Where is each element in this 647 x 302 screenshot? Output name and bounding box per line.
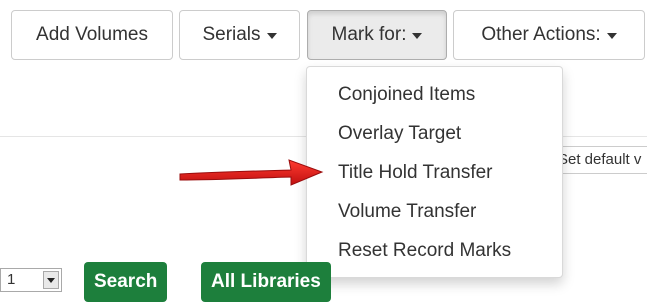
all-libraries-label: All Libraries xyxy=(211,271,321,292)
menu-item-conjoined-items[interactable]: Conjoined Items xyxy=(307,75,562,114)
set-default-button[interactable]: Set default v xyxy=(553,146,647,174)
other-actions-button[interactable]: Other Actions: xyxy=(453,10,645,60)
search-button[interactable]: Search xyxy=(84,262,168,302)
search-label: Search xyxy=(94,271,158,292)
add-volumes-button[interactable]: Add Volumes xyxy=(11,10,173,60)
serials-button[interactable]: Serials xyxy=(179,10,300,60)
mark-for-label: Mark for: xyxy=(331,24,407,45)
other-actions-label: Other Actions: xyxy=(481,24,601,45)
set-default-label: Set default v xyxy=(558,151,642,168)
results-per-page-select[interactable]: 1 xyxy=(0,268,62,292)
menu-item-volume-transfer[interactable]: Volume Transfer xyxy=(307,192,562,231)
chevron-down-icon xyxy=(606,33,617,39)
all-libraries-button[interactable]: All Libraries xyxy=(201,262,331,302)
mark-for-button[interactable]: Mark for: xyxy=(307,10,447,60)
add-volumes-label: Add Volumes xyxy=(36,24,148,45)
select-value: 1 xyxy=(7,271,16,288)
chevron-down-icon[interactable] xyxy=(43,271,59,289)
serials-label: Serials xyxy=(202,24,261,45)
chevron-down-icon xyxy=(266,33,277,39)
chevron-down-icon xyxy=(412,33,423,39)
red-arrow-icon xyxy=(179,159,324,186)
mark-for-dropdown-menu: Conjoined Items Overlay Target Title Hol… xyxy=(306,66,563,278)
menu-item-title-hold-transfer[interactable]: Title Hold Transfer xyxy=(307,153,562,192)
menu-item-overlay-target[interactable]: Overlay Target xyxy=(307,114,562,153)
menu-item-reset-record-marks[interactable]: Reset Record Marks xyxy=(307,231,562,270)
